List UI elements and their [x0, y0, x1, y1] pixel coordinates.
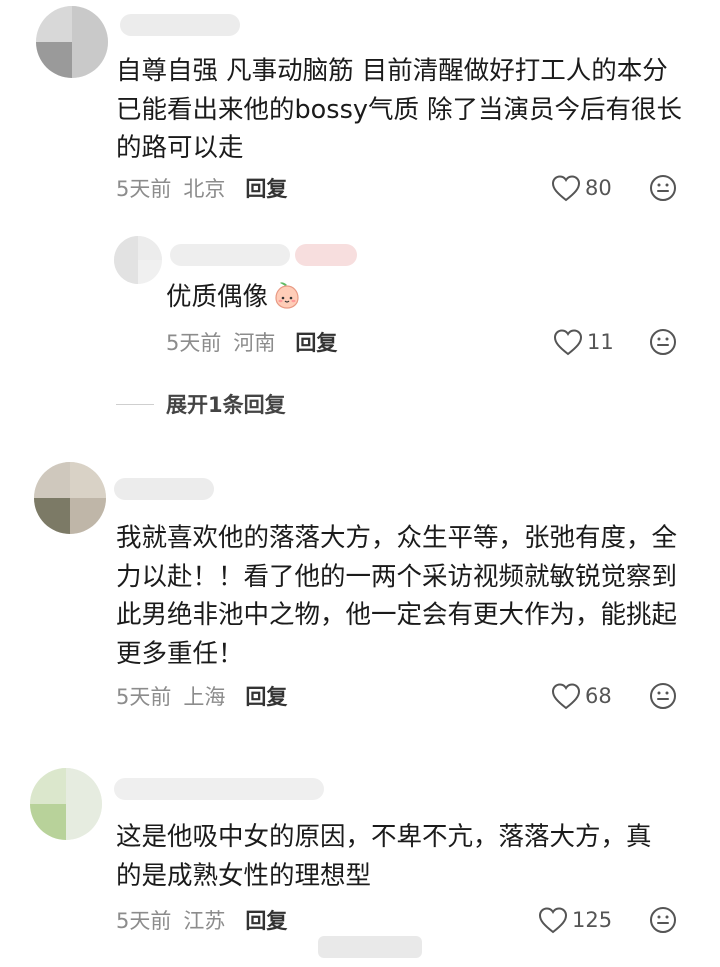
avatar[interactable]: [36, 6, 108, 78]
username[interactable]: [170, 244, 290, 266]
heart-outline-icon: [551, 175, 581, 202]
comment-time: 5天前: [116, 909, 172, 933]
reply-button[interactable]: 回复: [245, 681, 287, 711]
heart-outline-icon: [538, 907, 568, 934]
reply-text: 优质偶像: [166, 278, 720, 317]
heart-outline-icon: [553, 329, 583, 356]
smiley-face-icon[interactable]: [649, 174, 677, 202]
username[interactable]: [114, 778, 324, 800]
watermark: [318, 936, 422, 958]
reply-location: 河南: [233, 331, 276, 355]
like-button[interactable]: 125: [538, 904, 612, 936]
reply-meta: 5天前 河南 回复: [166, 326, 337, 358]
peach-emoji-icon: [275, 282, 299, 309]
reply-text-content: 优质偶像: [166, 282, 269, 312]
username[interactable]: [120, 14, 240, 36]
like-button[interactable]: 68: [551, 680, 612, 712]
smiley-face-icon[interactable]: [649, 906, 677, 934]
like-count: 125: [572, 908, 613, 932]
like-count: 11: [587, 330, 614, 354]
avatar[interactable]: [34, 462, 106, 534]
smiley-face-icon[interactable]: [649, 682, 677, 710]
comment-meta: 5天前 北京 回复: [116, 172, 287, 204]
comment-text: 这是他吸中女的原因，不卑不亢，落落大方，真的是成熟女性的理想型: [116, 822, 652, 891]
smiley-face-icon[interactable]: [649, 328, 677, 356]
avatar[interactable]: [30, 768, 102, 840]
reply-button[interactable]: 回复: [245, 173, 287, 203]
comment-time: 5天前: [116, 177, 172, 201]
like-count: 80: [585, 176, 612, 200]
comment-meta: 5天前 江苏 回复: [116, 904, 287, 936]
expand-replies-button[interactable]: 展开1条回复: [116, 389, 286, 419]
user-badge: [295, 244, 357, 266]
heart-outline-icon: [551, 683, 581, 710]
comment-text: 我就喜欢他的落落大方，众生平等，张弛有度，全力以赴！！看了他的一两个采访视频就敏…: [116, 523, 678, 669]
avatar[interactable]: [114, 236, 162, 284]
comment-text: 自尊自强 凡事动脑筋 目前清醒做好打工人的本分 已能看出来他的bossy气质 除…: [116, 56, 683, 163]
reply-button[interactable]: 回复: [295, 327, 337, 357]
like-count: 68: [585, 684, 612, 708]
reply-time: 5天前: [166, 331, 222, 355]
comment-location: 北京: [183, 177, 226, 201]
divider: [116, 403, 154, 405]
like-button[interactable]: 80: [551, 172, 612, 204]
like-button[interactable]: 11: [553, 326, 614, 358]
reply-button[interactable]: 回复: [245, 905, 287, 935]
username[interactable]: [114, 478, 214, 500]
comment-location: 江苏: [183, 909, 226, 933]
comment-location: 上海: [183, 685, 226, 709]
comment-time: 5天前: [116, 685, 172, 709]
comment-meta: 5天前 上海 回复: [116, 680, 287, 712]
expand-replies-label: 展开1条回复: [166, 393, 286, 417]
